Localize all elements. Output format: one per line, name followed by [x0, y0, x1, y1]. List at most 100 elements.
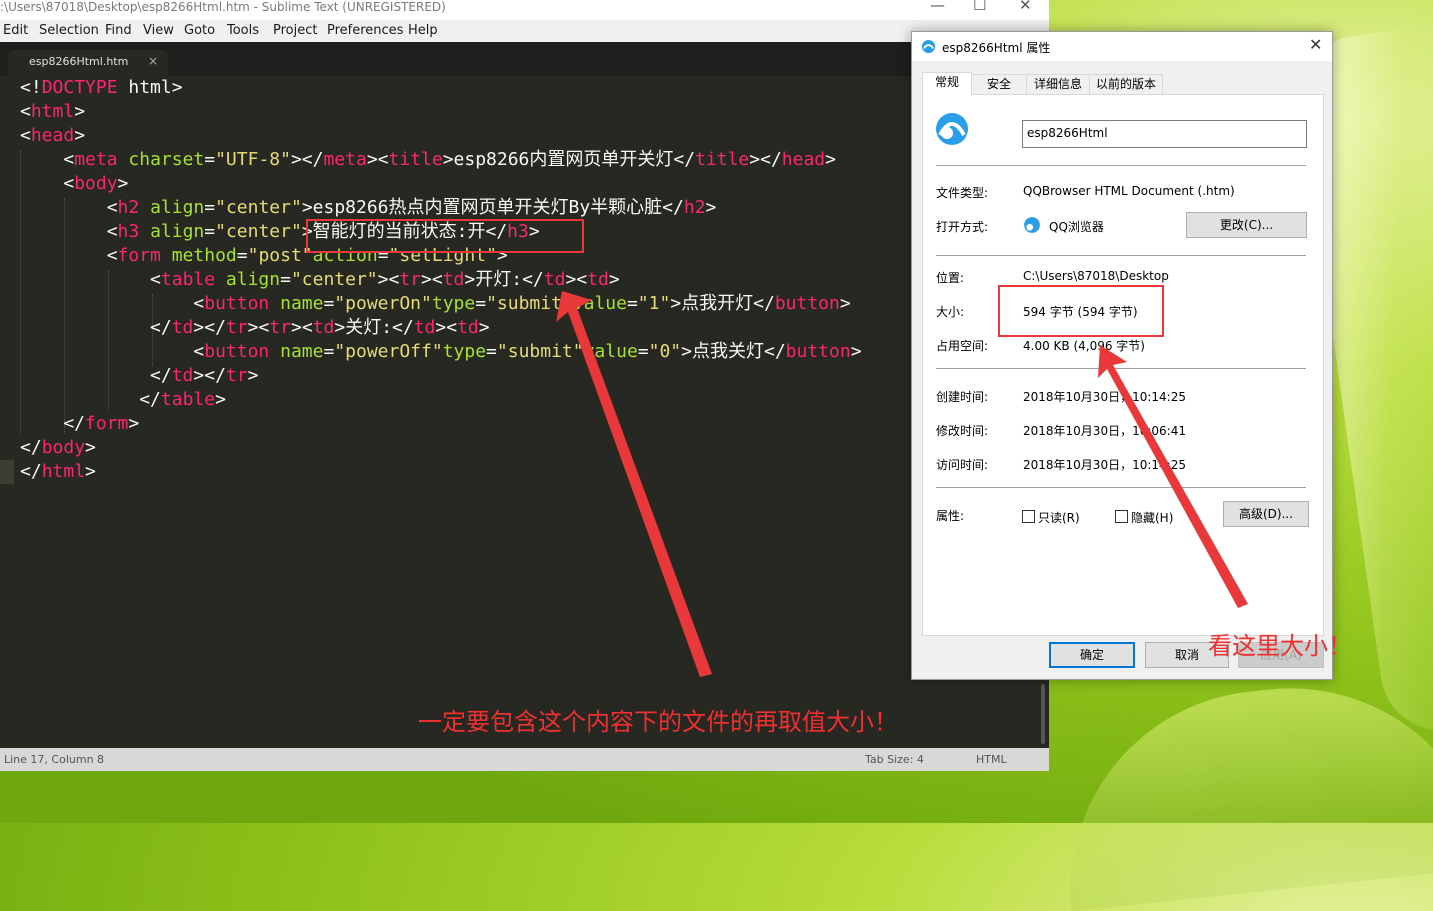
- code-token: h2: [683, 197, 706, 218]
- code-line: </body>: [20, 436, 96, 460]
- tab-details[interactable]: 详细信息: [1026, 74, 1090, 95]
- current-line-marker: [0, 460, 14, 484]
- code-token: </: [20, 437, 42, 458]
- code-token: value: [583, 341, 638, 362]
- code-token: td: [171, 317, 194, 338]
- code-token: td: [442, 269, 465, 290]
- minimize-button[interactable]: —: [930, 0, 945, 13]
- file-type-icon: [936, 113, 968, 145]
- code-token: =: [204, 221, 216, 242]
- code-token: name: [280, 293, 324, 314]
- code-token: "0": [648, 341, 682, 362]
- hidden-checkbox[interactable]: [1115, 510, 1128, 523]
- tab-security[interactable]: 安全: [971, 74, 1027, 95]
- modified-value: 2018年10月30日，16:06:41: [1023, 424, 1186, 438]
- advanced-button[interactable]: 高级(D)...: [1223, 501, 1309, 527]
- menu-edit[interactable]: Edit: [3, 23, 28, 38]
- divider: [936, 368, 1306, 369]
- code-token: type: [431, 293, 476, 314]
- code-token: =: [637, 341, 649, 362]
- change-button[interactable]: 更改(C)...: [1186, 212, 1307, 238]
- code-line: </form>: [20, 412, 139, 436]
- open-with-value: QQ浏览器: [1049, 220, 1104, 234]
- code-token: <: [20, 125, 31, 146]
- code-token: <: [20, 245, 118, 266]
- code-line: </td></tr>: [20, 364, 258, 388]
- tab-size-indicator[interactable]: Tab Size: 4: [865, 753, 924, 766]
- maximize-button[interactable]: ☐: [973, 0, 986, 13]
- code-token: td: [543, 269, 566, 290]
- readonly-checkbox[interactable]: [1022, 510, 1035, 523]
- code-token: >: [825, 149, 836, 170]
- code-token: =: [323, 293, 335, 314]
- code-token: >: [74, 101, 86, 122]
- readonly-label[interactable]: 只读(R): [1038, 509, 1080, 526]
- hidden-label[interactable]: 隐藏(H): [1131, 509, 1173, 526]
- code-token: head: [781, 149, 826, 170]
- scrollbar[interactable]: [1041, 684, 1045, 744]
- dialog-close-button[interactable]: ✕: [1309, 35, 1322, 54]
- disk-size-value: 4.00 KB (4,096 字节): [1023, 339, 1145, 353]
- code-token: "submit": [486, 293, 573, 314]
- code-token: html>: [117, 77, 183, 98]
- divider: [936, 165, 1306, 166]
- menu-preferences[interactable]: Preferences: [327, 23, 403, 38]
- location-label: 位置:: [936, 271, 965, 285]
- code-token: =: [204, 149, 216, 170]
- code-line: </html>: [20, 460, 96, 484]
- code-token: html: [30, 101, 75, 122]
- tab-close-icon[interactable]: ×: [148, 54, 158, 68]
- code-token: <!: [20, 77, 42, 98]
- code-token: table: [160, 269, 216, 290]
- code-token: head: [30, 125, 75, 146]
- title-bar: :\Users\87018\Desktop\esp8266Html.htm - …: [0, 0, 1049, 20]
- code-token: align: [225, 269, 281, 290]
- code-token: tr: [225, 365, 248, 386]
- code-token: button: [204, 341, 270, 362]
- code-token: charset: [128, 149, 205, 170]
- code-token: <: [20, 101, 31, 122]
- menu-selection[interactable]: Selection: [39, 23, 99, 38]
- tab-previous-versions[interactable]: 以前的版本: [1089, 74, 1163, 95]
- code-token: h3: [117, 221, 140, 242]
- menu-goto[interactable]: Goto: [184, 23, 215, 38]
- code-token: form: [117, 245, 161, 266]
- tab-general[interactable]: 常规: [922, 72, 972, 96]
- code-token: ></: [193, 317, 226, 338]
- dialog-title: esp8266Html 属性: [942, 41, 1051, 55]
- code-token: <: [20, 149, 75, 170]
- tab-esp8266html[interactable]: esp8266Html.htm ×: [8, 50, 168, 76]
- close-button[interactable]: ✕: [1019, 0, 1032, 13]
- divider: [936, 255, 1306, 256]
- menu-project[interactable]: Project: [273, 23, 317, 38]
- code-token: >: [117, 173, 129, 194]
- code-token: ><: [290, 317, 313, 338]
- code-token: >esp8266热点内置网页单开关灯By半颗心脏</: [301, 197, 684, 218]
- code-line: <html>: [20, 100, 85, 124]
- menu-find[interactable]: Find: [105, 23, 132, 38]
- menu-view[interactable]: View: [143, 23, 174, 38]
- ok-button[interactable]: 确定: [1049, 642, 1135, 668]
- tab-bar: esp8266Html.htm ×: [0, 42, 1049, 76]
- code-token: =: [626, 293, 638, 314]
- file-name-input[interactable]: esp8266Html: [1022, 120, 1307, 148]
- open-with-label: 打开方式:: [936, 220, 989, 234]
- code-token: table: [160, 389, 216, 410]
- code-line: </td></tr><tr><td>关灯:</td><td>: [20, 316, 490, 340]
- menu-help[interactable]: Help: [408, 23, 438, 38]
- desktop-leaf: [1050, 668, 1433, 911]
- created-label: 创建时间:: [936, 390, 989, 404]
- syntax-indicator[interactable]: HTML: [976, 753, 1007, 766]
- code-token: =: [486, 341, 497, 362]
- code-line: <meta charset="UTF-8"></meta><title>esp8…: [20, 148, 836, 172]
- disk-size-label: 占用空间:: [936, 339, 989, 353]
- code-token: >: [128, 413, 140, 434]
- cursor-position: Line 17, Column 8: [4, 753, 105, 766]
- menu-tools[interactable]: Tools: [227, 23, 259, 38]
- general-panel: esp8266Html 文件类型: QQBrowser HTML Documen…: [922, 94, 1324, 636]
